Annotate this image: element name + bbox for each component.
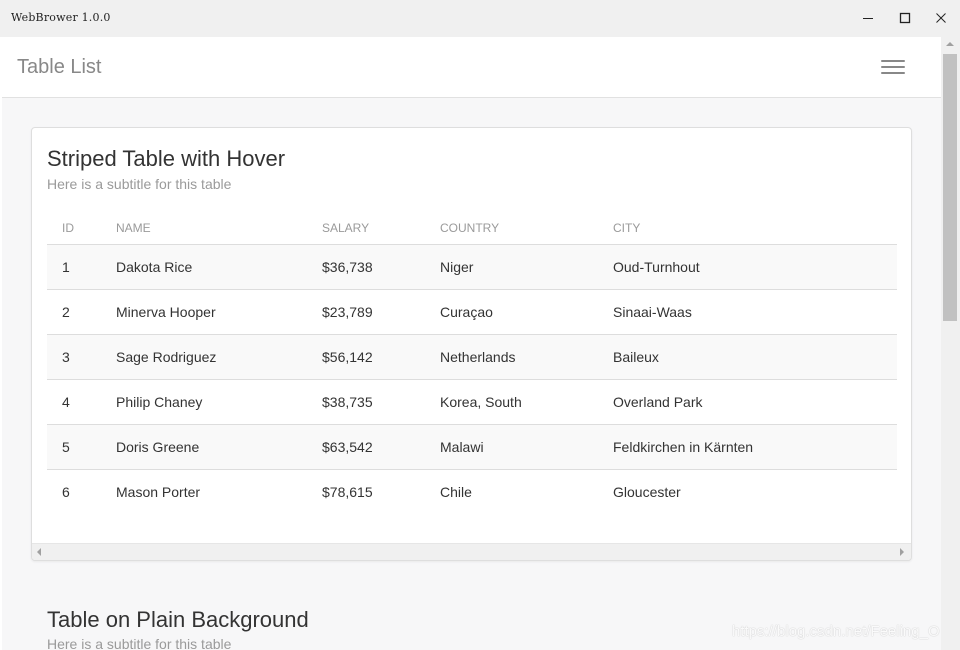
top-navbar: Table List [2,37,941,98]
cell-id: 4 [47,379,101,425]
cell-name: Doris Greene [101,424,307,470]
table-row[interactable]: 3 Sage Rodriguez $56,142 Netherlands Bai… [47,334,897,380]
maximize-icon [899,12,911,24]
column-header-salary: SALARY [307,212,425,245]
cell-country: Chile [425,469,598,514]
cell-city: Oud-Turnhout [598,244,897,290]
table-row[interactable]: 2 Minerva Hooper $23,789 Curaçao Sinaai-… [47,289,897,335]
cell-id: 1 [47,244,101,290]
table-container: ID NAME SALARY COUNTRY CITY 1 Dakota Ric… [47,212,897,514]
minimize-icon [863,18,873,19]
hamburger-line [881,72,905,74]
table-row[interactable]: 5 Doris Greene $63,542 Malawi Feldkirche… [47,424,897,470]
horizontal-scrollbar[interactable] [32,543,911,560]
cell-city: Feldkirchen in Kärnten [598,424,897,470]
cell-city: Sinaai-Waas [598,289,897,335]
scroll-right-arrow-icon[interactable] [900,548,904,556]
vertical-scrollbar[interactable] [941,37,960,650]
cell-salary: $36,738 [307,244,425,290]
column-header-name: NAME [101,212,307,245]
scroll-up-arrow-icon[interactable] [946,42,954,46]
page-title: Table List [17,56,102,78]
cell-country: Korea, South [425,379,598,425]
card-title: Striped Table with Hover [47,146,286,171]
watermark-text: https://blog.csdn.net/Feeling_O [732,623,940,640]
hamburger-menu-icon[interactable] [875,57,911,81]
plain-table-title: Table on Plain Background [47,607,309,632]
table-row[interactable]: 6 Mason Porter $78,615 Chile Gloucester [47,469,897,514]
cell-salary: $23,789 [307,289,425,335]
striped-table-card: Striped Table with Hover Here is a subti… [31,127,912,561]
window-titlebar: WebBrower 1.0.0 [0,0,960,37]
striped-table: ID NAME SALARY COUNTRY CITY 1 Dakota Ric… [47,212,897,514]
table-row[interactable]: 4 Philip Chaney $38,735 Korea, South Ove… [47,379,897,425]
maximize-button[interactable] [887,0,924,37]
cell-salary: $63,542 [307,424,425,470]
cell-id: 3 [47,334,101,380]
cell-city: Baileux [598,334,897,380]
window-title: WebBrower 1.0.0 [11,11,111,24]
cell-name: Minerva Hooper [101,289,307,335]
cell-salary: $38,735 [307,379,425,425]
cell-name: Philip Chaney [101,379,307,425]
cell-city: Overland Park [598,379,897,425]
cell-country: Curaçao [425,289,598,335]
cell-id: 5 [47,424,101,470]
app-viewport: Table List Striped Table with Hover Here… [2,37,941,650]
hamburger-line [881,66,905,68]
cell-city: Gloucester [598,469,897,514]
table-header-row: ID NAME SALARY COUNTRY CITY [47,212,897,245]
scrollbar-thumb[interactable] [943,54,957,321]
close-button[interactable] [923,0,960,37]
close-icon [936,13,946,23]
scroll-left-arrow-icon[interactable] [37,548,41,556]
column-header-country: COUNTRY [425,212,598,245]
cell-country: Malawi [425,424,598,470]
plain-table-subtitle: Here is a subtitle for this table [47,636,232,650]
cell-country: Niger [425,244,598,290]
column-header-city: CITY [598,212,897,245]
cell-salary: $56,142 [307,334,425,380]
cell-id: 6 [47,469,101,514]
card-subtitle: Here is a subtitle for this table [47,176,232,192]
cell-name: Sage Rodriguez [101,334,307,380]
table-row[interactable]: 1 Dakota Rice $36,738 Niger Oud-Turnhout [47,244,897,290]
cell-name: Dakota Rice [101,244,307,290]
cell-name: Mason Porter [101,469,307,514]
minimize-button[interactable] [850,0,887,37]
hamburger-line [881,60,905,62]
cell-country: Netherlands [425,334,598,380]
cell-salary: $78,615 [307,469,425,514]
column-header-id: ID [47,212,101,245]
cell-id: 2 [47,289,101,335]
